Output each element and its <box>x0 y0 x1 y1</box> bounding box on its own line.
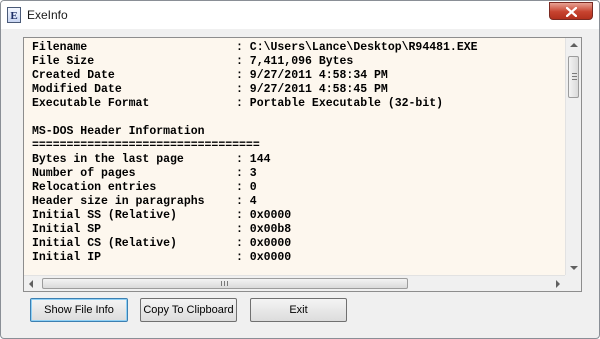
info-label: Created Date <box>32 69 115 82</box>
exeinfo-app-icon: E <box>7 7 21 23</box>
info-line: Created Date : 9/27/2011 4:58:34 PM <box>32 69 562 83</box>
scrollbar-corner <box>565 275 581 291</box>
info-line: ================================= <box>32 139 562 153</box>
horizontal-scrollbar[interactable] <box>24 275 565 291</box>
info-value: : 0x00b8 <box>236 223 292 236</box>
info-label: ================================= <box>32 139 260 152</box>
info-value: : C:\Users\Lance\Desktop\R94481.EXE <box>236 41 478 54</box>
info-line: Initial SP : 0x00b8 <box>32 223 562 237</box>
close-button[interactable] <box>549 2 593 20</box>
info-value: : 0 <box>236 181 257 194</box>
info-label: MS-DOS Header Information <box>32 125 205 138</box>
info-line: Initial CS (Relative) : 0x0000 <box>32 237 562 251</box>
exit-button[interactable]: Exit <box>250 298 347 322</box>
info-label: Modified Date <box>32 83 122 96</box>
info-value: : 3 <box>236 167 257 180</box>
vertical-scroll-thumb[interactable] <box>568 56 579 98</box>
close-x-icon <box>566 7 577 17</box>
info-line: Filename : C:\Users\Lance\Desktop\R94481.… <box>32 41 562 55</box>
info-label: Executable Format <box>32 97 150 110</box>
info-line: Initial SS (Relative) : 0x0000 <box>32 209 562 223</box>
grip-icon <box>572 73 577 80</box>
info-label: Filename <box>32 41 88 54</box>
info-value: : 4 <box>236 195 257 208</box>
info-value: : 7,411,096 Bytes <box>236 55 354 68</box>
info-label: Bytes in the last page <box>32 153 184 166</box>
info-label: Initial SS (Relative) <box>32 209 177 222</box>
grip-icon <box>221 281 228 286</box>
info-line: Initial IP : 0x0000 <box>32 251 562 265</box>
info-label: Header size in paragraphs <box>32 195 205 208</box>
info-line <box>32 111 562 125</box>
info-line: Modified Date : 9/27/2011 4:58:45 PM <box>32 83 562 97</box>
scroll-up-arrow-icon[interactable] <box>570 43 578 47</box>
info-label: Initial CS (Relative) <box>32 237 177 250</box>
scroll-left-arrow-icon[interactable] <box>29 280 33 288</box>
info-value: : 144 <box>236 153 271 166</box>
info-line: Bytes in the last page : 144 <box>32 153 562 167</box>
file-info-text[interactable]: Filename : C:\Users\Lance\Desktop\R94481.… <box>32 41 562 273</box>
exeinfo-window: E ExeInfo Filename : C:\Users\Lance\Deskt… <box>0 0 600 339</box>
info-value: : 9/27/2011 4:58:45 PM <box>236 83 388 96</box>
show-file-info-button[interactable]: Show File Info <box>30 298 128 322</box>
info-line: File Size : 7,411,096 Bytes <box>32 55 562 69</box>
info-label: Initial IP <box>32 251 102 264</box>
info-line: Number of pages : 3 <box>32 167 562 181</box>
scroll-right-arrow-icon[interactable] <box>556 280 560 288</box>
info-value: : 9/27/2011 4:58:34 PM <box>236 69 388 82</box>
client-area: Filename : C:\Users\Lance\Desktop\R94481.… <box>9 29 591 330</box>
window-title: ExeInfo <box>27 8 68 22</box>
info-line: Executable Format : Portable Executable (… <box>32 97 562 111</box>
vertical-scrollbar[interactable] <box>565 38 581 275</box>
info-value: : 0x0000 <box>236 251 292 264</box>
info-line: Relocation entries : 0 <box>32 181 562 195</box>
info-line: Header size in paragraphs : 4 <box>32 195 562 209</box>
info-label: Relocation entries <box>32 181 157 194</box>
copy-to-clipboard-button[interactable]: Copy To Clipboard <box>140 298 237 322</box>
scroll-down-arrow-icon[interactable] <box>570 266 578 270</box>
title-bar[interactable]: E ExeInfo <box>1 1 599 29</box>
info-label: File Size <box>32 55 95 68</box>
info-label: Initial SP <box>32 223 102 236</box>
info-value: : 0x0000 <box>236 209 292 222</box>
info-value: : 0x0000 <box>236 237 292 250</box>
info-label: Number of pages <box>32 167 136 180</box>
file-info-textbox[interactable]: Filename : C:\Users\Lance\Desktop\R94481.… <box>23 37 582 292</box>
horizontal-scroll-thumb[interactable] <box>42 278 408 289</box>
info-line: MS-DOS Header Information <box>32 125 562 139</box>
info-value: : Portable Executable (32-bit) <box>236 97 444 110</box>
